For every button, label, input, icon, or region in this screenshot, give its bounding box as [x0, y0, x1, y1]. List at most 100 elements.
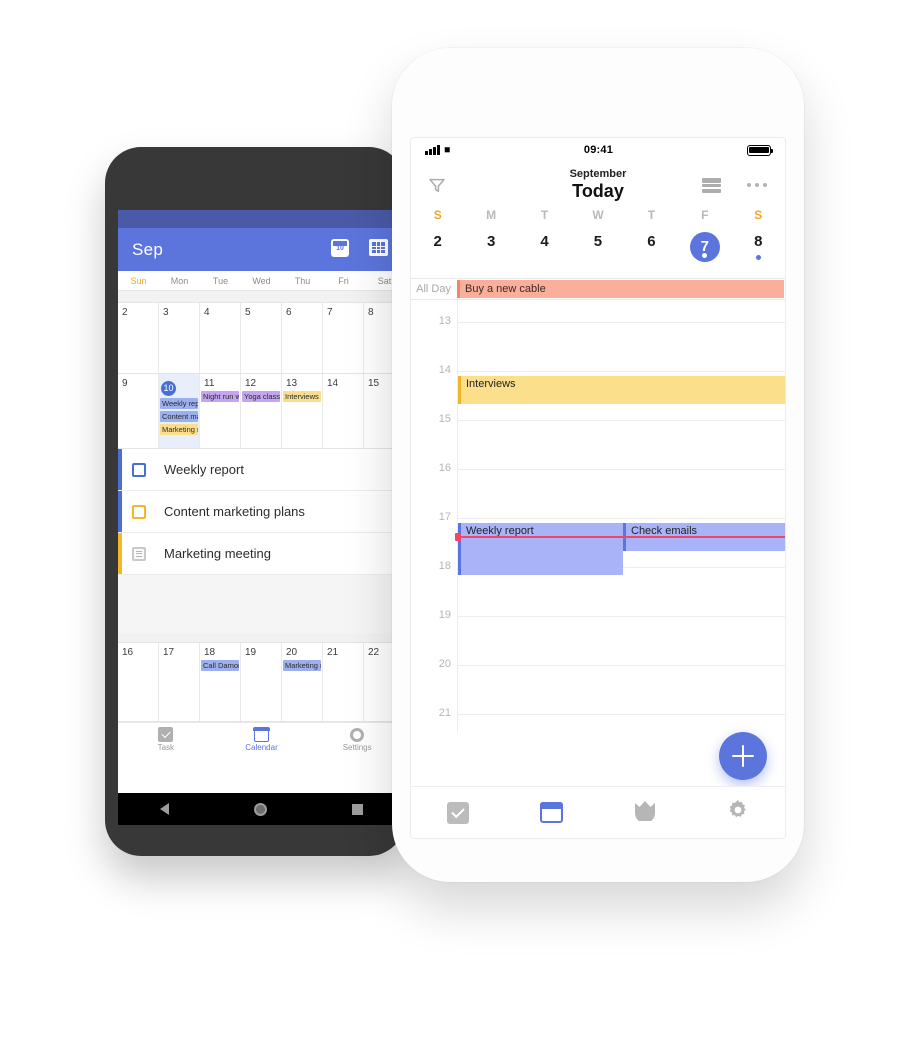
android-weekday-header: Sun Mon Tue Wed Thu Fri Sat: [118, 271, 405, 291]
android-day-cell[interactable]: 11 Night run wi: [200, 374, 241, 448]
android-phone-mockup: Sep 10 Sun Mon Tue Wed Thu Fri Sat 2 3 4 5 6…: [105, 147, 405, 856]
ios-timeline-event[interactable]: Weekly report: [458, 523, 623, 575]
android-weekday-mon: Mon: [170, 275, 189, 286]
android-event-chip[interactable]: Marketing m: [283, 660, 321, 671]
timeline-gutter-line: [457, 300, 458, 732]
ios-all-day-row: All Day Buy a new cable: [411, 278, 785, 300]
android-task-row[interactable]: Marketing meeting: [118, 533, 405, 575]
android-day-cell[interactable]: 9: [118, 374, 159, 448]
android-day-cell[interactable]: 18 Call Damon: [200, 643, 241, 721]
android-day-number: 20: [286, 647, 298, 658]
ios-date-cell[interactable]: 7: [678, 232, 731, 278]
timeline-hour-label: 16: [438, 462, 451, 474]
android-weekday-sun: Sun: [130, 275, 147, 286]
ios-date-number: 4: [540, 233, 549, 250]
android-day-cell[interactable]: 7: [323, 303, 364, 373]
android-day-number: 16: [122, 647, 134, 658]
ios-tab-settings[interactable]: [692, 798, 786, 827]
timeline-hour-label: 21: [438, 707, 451, 719]
android-task-label: Marketing meeting: [164, 546, 271, 561]
timeline-hour-label: 13: [438, 315, 451, 327]
android-day-cell[interactable]: 5: [241, 303, 282, 373]
android-day-cell[interactable]: 10 Weekly repo Content mar Marketing m: [159, 374, 200, 448]
android-event-chip[interactable]: Interviews: [283, 391, 321, 402]
recents-icon[interactable]: [351, 803, 363, 815]
ios-tab-premium[interactable]: [598, 799, 692, 826]
ios-weekday-label: S: [433, 208, 442, 222]
timeline-hour-line: [457, 665, 785, 666]
ios-timeline-event[interactable]: Interviews: [458, 376, 785, 404]
ios-weekday-row: SMTWTFS: [411, 208, 785, 232]
ios-nav-bar: September Today: [411, 162, 785, 208]
ios-date-cell[interactable]: 5: [571, 232, 624, 278]
android-task-label: Content marketing plans: [164, 504, 305, 519]
android-day-cell[interactable]: 14: [323, 374, 364, 448]
add-event-fab[interactable]: [719, 732, 767, 780]
checkbox-icon[interactable]: [132, 462, 146, 477]
android-task-row[interactable]: Weekly report: [118, 449, 405, 491]
android-day-cell[interactable]: 16: [118, 643, 159, 721]
back-icon[interactable]: [160, 803, 170, 815]
all-day-event[interactable]: Buy a new cable: [457, 280, 784, 298]
check-square-icon: [158, 727, 174, 742]
ios-day-timeline[interactable]: 13 14 15 16 17 18 19 20 21 Interviews Weekly repor…: [411, 300, 785, 732]
android-day-number: 13: [286, 378, 298, 389]
android-day-number: 12: [245, 378, 257, 389]
android-event-chip[interactable]: Weekly repo: [160, 398, 198, 409]
android-day-cell[interactable]: 4: [200, 303, 241, 373]
android-nav-settings[interactable]: Settings: [309, 727, 405, 752]
calendar-date-icon[interactable]: 10: [331, 238, 353, 261]
android-task-row[interactable]: Content marketing plans: [118, 491, 405, 533]
android-nav-calendar[interactable]: Calendar: [214, 726, 310, 752]
android-event-chip[interactable]: Yoga class: [242, 391, 280, 402]
ios-weekday-label: T: [647, 208, 656, 222]
timeline-hour-line: [457, 420, 785, 421]
grid-view-icon[interactable]: [369, 238, 391, 261]
ios-date-cell[interactable]: 3: [464, 232, 517, 278]
android-day-cell[interactable]: 13 Interviews: [282, 374, 323, 448]
android-event-chip[interactable]: Night run wi: [201, 391, 239, 402]
android-nav-settings-label: Settings: [342, 742, 372, 752]
checkbox-icon[interactable]: [132, 504, 146, 519]
android-day-cell[interactable]: 2: [118, 303, 159, 373]
android-list-filler: [118, 575, 405, 633]
ios-date-cell[interactable]: 6: [625, 232, 678, 278]
ios-tab-tasks[interactable]: [411, 801, 505, 824]
ios-weekday-label: S: [754, 208, 763, 222]
android-event-chip[interactable]: Call Damon: [201, 660, 239, 671]
android-week-row: 2345678: [118, 303, 405, 374]
ios-nav-actions: [702, 177, 767, 193]
ios-date-event-dot: [755, 255, 761, 260]
home-icon[interactable]: [253, 802, 267, 816]
android-day-cell[interactable]: 6: [282, 303, 323, 373]
android-day-cell[interactable]: 17: [159, 643, 200, 721]
android-event-chip[interactable]: Marketing m: [160, 424, 198, 435]
ios-date-cell[interactable]: 8: [732, 232, 785, 278]
ios-date-cell[interactable]: 2: [411, 232, 464, 278]
timeline-hour-label: 20: [438, 658, 451, 670]
android-month-grid: 2345678910Weekly repoContent marMarketin…: [118, 303, 405, 449]
ios-tab-calendar[interactable]: [505, 801, 599, 823]
funnel-icon[interactable]: [429, 178, 445, 193]
ios-date-number: 2: [433, 233, 442, 250]
android-day-number: 5: [245, 307, 251, 318]
android-day-cell[interactable]: 21: [323, 643, 364, 721]
current-time-line: [457, 536, 785, 538]
ios-date-cell[interactable]: 4: [518, 232, 571, 278]
stacked-list-icon[interactable]: [702, 177, 721, 193]
android-month-label: Sep: [132, 239, 164, 259]
android-day-number: 17: [163, 647, 175, 658]
ios-clock: 09:41: [583, 144, 614, 156]
android-month-gap: [118, 291, 405, 303]
android-day-cell[interactable]: 20 Marketing m: [282, 643, 323, 721]
android-event-chip[interactable]: Content mar: [160, 411, 198, 422]
android-day-cell[interactable]: 19: [241, 643, 282, 721]
timeline-hour-label: 15: [438, 413, 451, 425]
android-day-cell[interactable]: 12 Yoga class: [241, 374, 282, 448]
android-day-number: 6: [286, 307, 292, 318]
android-day-cell[interactable]: 3: [159, 303, 200, 373]
android-day-number: 19: [245, 647, 257, 658]
timeline-hour-line: [457, 371, 785, 372]
more-dots-icon[interactable]: [747, 183, 767, 187]
android-nav-task[interactable]: Task: [118, 727, 214, 752]
